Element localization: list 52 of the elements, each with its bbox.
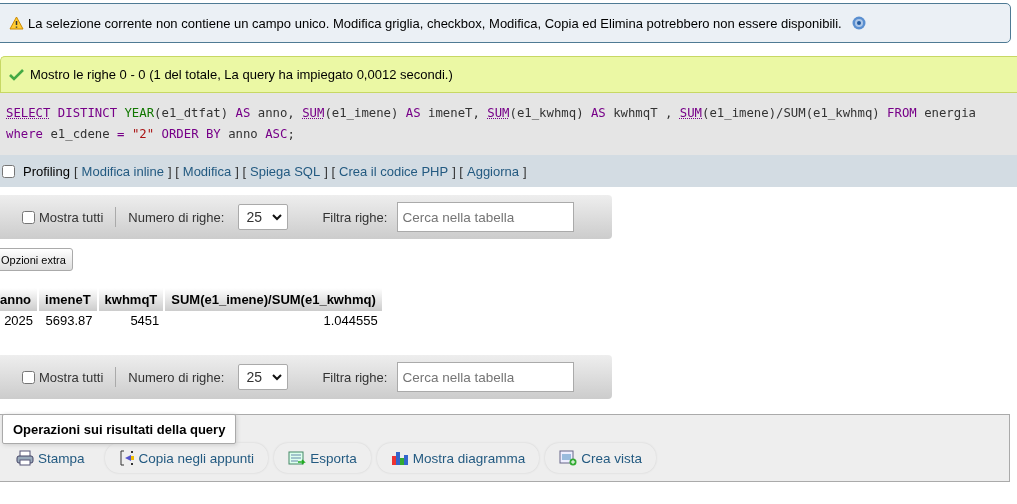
filter-label: Filtra righe: <box>322 369 388 385</box>
query-link[interactable]: Aggiorna <box>467 163 520 179</box>
bracket-text: ] [ <box>235 163 247 179</box>
bracket-text: ] [ <box>324 163 336 179</box>
rows-dropdown[interactable]: 25 <box>238 364 289 390</box>
table-cell-text: 5693.87 <box>44 311 94 329</box>
warning-icon <box>9 16 24 30</box>
search-field[interactable]: Cerca nella tabella <box>397 202 575 232</box>
sql-query: SELECT DISTINCT YEAR(e1_dtfat) AS anno, SUM(e1_imene) AS imeneT, SUM(e1_kwhmq) AS kwhmqT , SUM(e1_imene)/SUM(e1_kwhmq) FROM energia where e1_cdene = "2" ORDER BY anno ASC; <box>0 93 1017 155</box>
table-cell-text: 1.044555 <box>322 311 379 329</box>
notice-text: La selezione corrente non contiene un campo unico. Modifica griglia, checkbox, Modifica, Copia ed Elimina potrebbero non essere disponibili. <box>28 15 842 31</box>
query-link[interactable]: Crea il codice PHP <box>339 163 449 179</box>
rows-label: Numero di righe: <box>128 369 225 385</box>
bracket-text: [ <box>73 163 78 179</box>
rows-dropdown[interactable]: 25 <box>238 204 289 230</box>
profiling-label: Profiling <box>23 163 70 179</box>
column-header[interactable]: anno <box>0 288 40 311</box>
show-all-checkbox[interactable] <box>22 210 35 224</box>
filter-label: Filtra righe: <box>322 209 388 225</box>
table-cell-text: 5451 <box>129 311 161 329</box>
check-icon <box>9 68 24 81</box>
search-field[interactable]: Cerca nella tabella <box>397 362 575 392</box>
bar-chart-icon <box>390 450 409 466</box>
action-link[interactable]: Crea vista <box>545 443 656 473</box>
show-all-label: Mostra tutti <box>39 369 104 385</box>
table-cell-text: 2025 <box>3 311 35 329</box>
action-link[interactable]: Copia negli appunti <box>104 443 269 473</box>
copy-icon <box>118 450 135 466</box>
column-header[interactable]: kwhmqT <box>98 288 166 311</box>
column-header[interactable]: imeneT <box>39 288 99 311</box>
show-all-label: Mostra tutti <box>39 209 104 225</box>
profiling-checkbox[interactable] <box>2 164 15 178</box>
printer-icon <box>16 450 34 466</box>
chevron-icon <box>272 213 283 221</box>
query-link[interactable]: Modifica <box>182 163 232 179</box>
action-link[interactable]: Esporta <box>274 443 371 473</box>
help-icon[interactable] <box>851 16 866 30</box>
rows-label: Numero di righe: <box>128 209 225 225</box>
export-icon <box>288 450 307 466</box>
success-text: Mostro le righe 0 - 0 (1 del totale, La query ha impiegato 0,0012 secondi.) <box>30 67 453 82</box>
query-link[interactable]: Modifica inline <box>81 163 164 179</box>
section-legend: Operazioni sui risultati della query <box>2 414 237 444</box>
bracket-text: ] [ <box>167 163 179 179</box>
bracket-text: ] [ <box>452 163 463 179</box>
chevron-icon <box>272 373 283 381</box>
action-link[interactable]: Mostra diagramma <box>376 443 540 473</box>
show-all-checkbox[interactable] <box>22 370 35 384</box>
column-header[interactable]: SUM(e1_imene)/SUM(e1_kwhmq) <box>165 288 384 311</box>
query-link[interactable]: Spiega SQL <box>250 163 321 179</box>
view-icon <box>559 450 578 466</box>
extra-options-button[interactable]: Opzioni extra <box>0 248 73 271</box>
bracket-text: ] <box>523 163 527 179</box>
